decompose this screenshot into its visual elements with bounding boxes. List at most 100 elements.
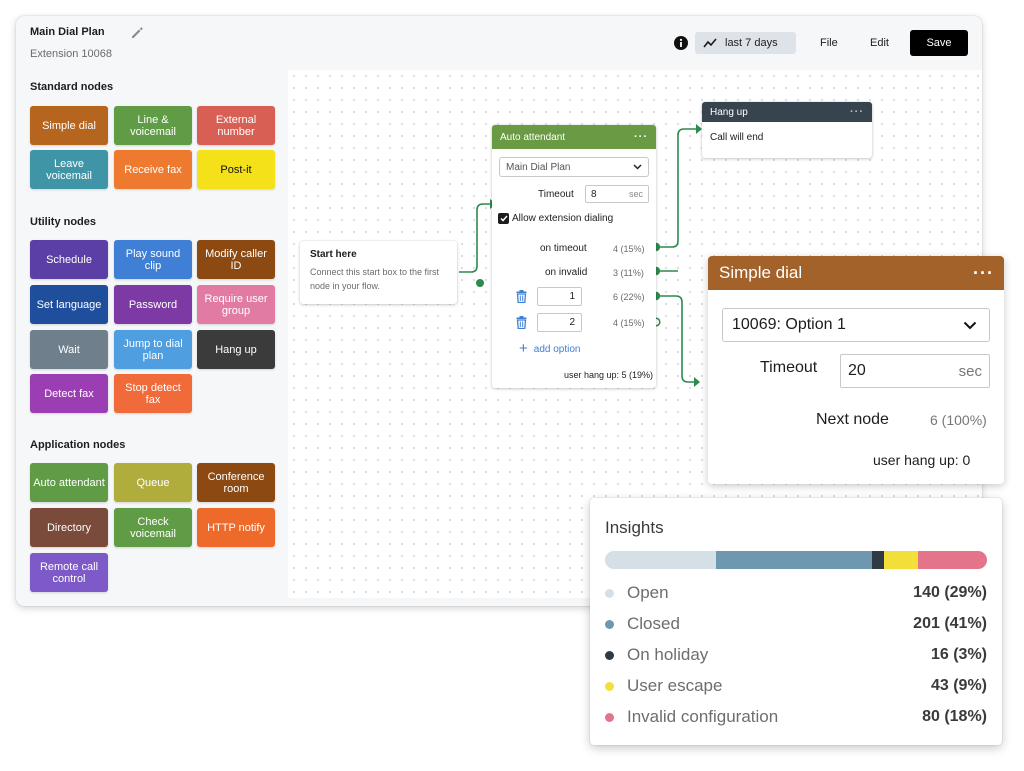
palette-line-voicemail[interactable]: Line & voicemail bbox=[114, 106, 192, 145]
chevron-down-icon bbox=[633, 164, 642, 170]
option-1-count: 6 (22%) bbox=[613, 292, 645, 302]
insights-bar-segment bbox=[715, 551, 873, 569]
start-node[interactable]: Start here Connect this start box to the… bbox=[300, 241, 457, 304]
palette-schedule[interactable]: Schedule bbox=[30, 240, 108, 279]
auto-attendant-header[interactable]: Auto attendant ··· bbox=[492, 125, 656, 149]
plan-extension: Extension 10068 bbox=[30, 48, 112, 60]
auto-attendant-title: Auto attendant bbox=[500, 131, 566, 143]
allow-extension-label: Allow extension dialing bbox=[512, 213, 614, 224]
start-node-description: Connect this start box to the first node… bbox=[310, 267, 440, 291]
hang-up-node[interactable]: Hang up ··· Call will end bbox=[702, 102, 872, 158]
insights-value: 201 (41%) bbox=[913, 615, 987, 632]
insights-label: User escape bbox=[627, 676, 723, 695]
on-invalid-count: 3 (11%) bbox=[613, 268, 644, 278]
more-options-icon[interactable]: ··· bbox=[634, 131, 648, 143]
on-timeout-count: 4 (15%) bbox=[613, 244, 645, 254]
trend-icon bbox=[703, 38, 717, 48]
next-node-label: Next node bbox=[816, 411, 889, 428]
palette-conference-room[interactable]: Conference room bbox=[197, 463, 275, 502]
dial-target-select[interactable]: 10069: Option 1 bbox=[722, 308, 990, 342]
sd-timeout-input[interactable]: 20 sec bbox=[840, 354, 990, 388]
application-nodes-title: Application nodes bbox=[30, 439, 126, 451]
plan-title[interactable]: Main Dial Plan bbox=[30, 26, 105, 38]
info-icon[interactable] bbox=[674, 36, 688, 50]
insights-label: Invalid configuration bbox=[627, 707, 779, 726]
palette-set-language[interactable]: Set language bbox=[30, 285, 108, 324]
insights-panel: Insights Open 140 (29%) Closed 201 (41%)… bbox=[590, 498, 1002, 745]
more-options-icon[interactable]: ··· bbox=[850, 106, 864, 118]
insights-value: 140 (29%) bbox=[913, 584, 987, 601]
sd-timeout-value: 20 bbox=[848, 362, 866, 379]
legend-dot bbox=[605, 619, 614, 629]
palette-password[interactable]: Password bbox=[114, 285, 192, 324]
insights-bar-segment bbox=[918, 551, 987, 569]
option-2-count: 4 (15%) bbox=[613, 318, 645, 328]
date-range-button[interactable]: last 7 days bbox=[695, 32, 796, 54]
palette-check-voicemail[interactable]: Check voicemail bbox=[114, 508, 192, 547]
insights-value: 43 (9%) bbox=[930, 677, 987, 694]
add-option-label: add option bbox=[533, 343, 581, 355]
trash-icon[interactable] bbox=[516, 290, 527, 303]
add-option-button[interactable]: + add option bbox=[519, 341, 581, 356]
file-menu[interactable]: File bbox=[820, 37, 838, 49]
aa-timeout-label: Timeout bbox=[538, 189, 574, 200]
simple-dial-title: Simple dial bbox=[719, 263, 803, 282]
palette-stop-detect-fax[interactable]: Stop detect fax bbox=[114, 374, 192, 413]
palette-auto-attendant[interactable]: Auto attendant bbox=[30, 463, 108, 502]
insights-value: 80 (18%) bbox=[922, 708, 987, 725]
legend-dot bbox=[605, 681, 614, 691]
sd-hang-up-stat: user hang up: 0 bbox=[873, 452, 971, 468]
option-2-input[interactable]: 2 bbox=[537, 313, 582, 332]
option-2-value: 2 bbox=[569, 317, 575, 328]
palette-simple-dial[interactable]: Simple dial bbox=[30, 106, 108, 145]
palette-external-number[interactable]: External number bbox=[197, 106, 275, 145]
palette-require-user-group[interactable]: Require user group bbox=[197, 285, 275, 324]
chevron-down-icon bbox=[963, 321, 977, 329]
option-1-input[interactable]: 1 bbox=[537, 287, 582, 306]
palette-modify-caller-id[interactable]: Modify caller ID bbox=[197, 240, 275, 279]
insights-label: Open bbox=[627, 583, 669, 602]
palette-leave-voicemail[interactable]: Leave voicemail bbox=[30, 150, 108, 189]
save-button[interactable]: Save bbox=[910, 30, 968, 56]
simple-dial-node[interactable]: Simple dial ··· 10069: Option 1 Timeout … bbox=[708, 256, 1004, 484]
dial-plan-select[interactable]: Main Dial Plan bbox=[499, 157, 649, 177]
option-1-value: 1 bbox=[569, 291, 575, 302]
insights-row-open: Open 140 (29%) bbox=[605, 583, 987, 603]
palette-hang-up[interactable]: Hang up bbox=[197, 330, 275, 369]
checkmark-icon bbox=[499, 215, 508, 222]
palette-play-sound-clip[interactable]: Play sound clip bbox=[114, 240, 192, 279]
palette-detect-fax[interactable]: Detect fax bbox=[30, 374, 108, 413]
palette-queue[interactable]: Queue bbox=[114, 463, 192, 502]
palette-receive-fax[interactable]: Receive fax bbox=[114, 150, 192, 189]
trash-icon[interactable] bbox=[516, 316, 527, 329]
on-invalid-label: on invalid bbox=[545, 267, 588, 278]
aa-timeout-input[interactable]: 8 sec bbox=[585, 185, 649, 203]
palette-jump-to-dial-plan[interactable]: Jump to dial plan bbox=[114, 330, 192, 369]
palette-remote-call-control[interactable]: Remote call control bbox=[30, 553, 108, 592]
allow-extension-checkbox[interactable] bbox=[498, 213, 509, 224]
edit-menu[interactable]: Edit bbox=[870, 37, 889, 49]
insights-bar-segment bbox=[883, 551, 919, 569]
auto-attendant-node[interactable]: Auto attendant ··· Main Dial Plan Timeou… bbox=[492, 125, 656, 388]
simple-dial-header[interactable]: Simple dial ··· bbox=[708, 256, 1004, 290]
insights-row-on-holiday: On holiday 16 (3%) bbox=[605, 645, 987, 665]
utility-nodes-title: Utility nodes bbox=[30, 216, 97, 228]
standard-nodes-title: Standard nodes bbox=[30, 81, 114, 93]
insights-label: Closed bbox=[627, 614, 680, 633]
legend-dot bbox=[605, 712, 614, 722]
pencil-icon[interactable] bbox=[130, 26, 144, 40]
insights-distribution-bar bbox=[605, 551, 987, 569]
palette-http-notify[interactable]: HTTP notify bbox=[197, 508, 275, 547]
insights-value: 16 (3%) bbox=[930, 646, 987, 663]
palette-directory[interactable]: Directory bbox=[30, 508, 108, 547]
hang-up-title: Hang up bbox=[710, 106, 748, 118]
more-options-icon[interactable]: ··· bbox=[973, 263, 994, 284]
dial-target-value: 10069: Option 1 bbox=[732, 316, 846, 333]
sd-timeout-label: Timeout bbox=[760, 359, 818, 376]
palette-post-it[interactable]: Post-it bbox=[197, 150, 275, 189]
date-range-label: last 7 days bbox=[725, 37, 778, 49]
aa-timeout-value: 8 bbox=[591, 188, 597, 200]
hang-up-header[interactable]: Hang up ··· bbox=[702, 102, 872, 122]
palette-wait[interactable]: Wait bbox=[30, 330, 108, 369]
insights-title: Insights bbox=[605, 518, 664, 537]
